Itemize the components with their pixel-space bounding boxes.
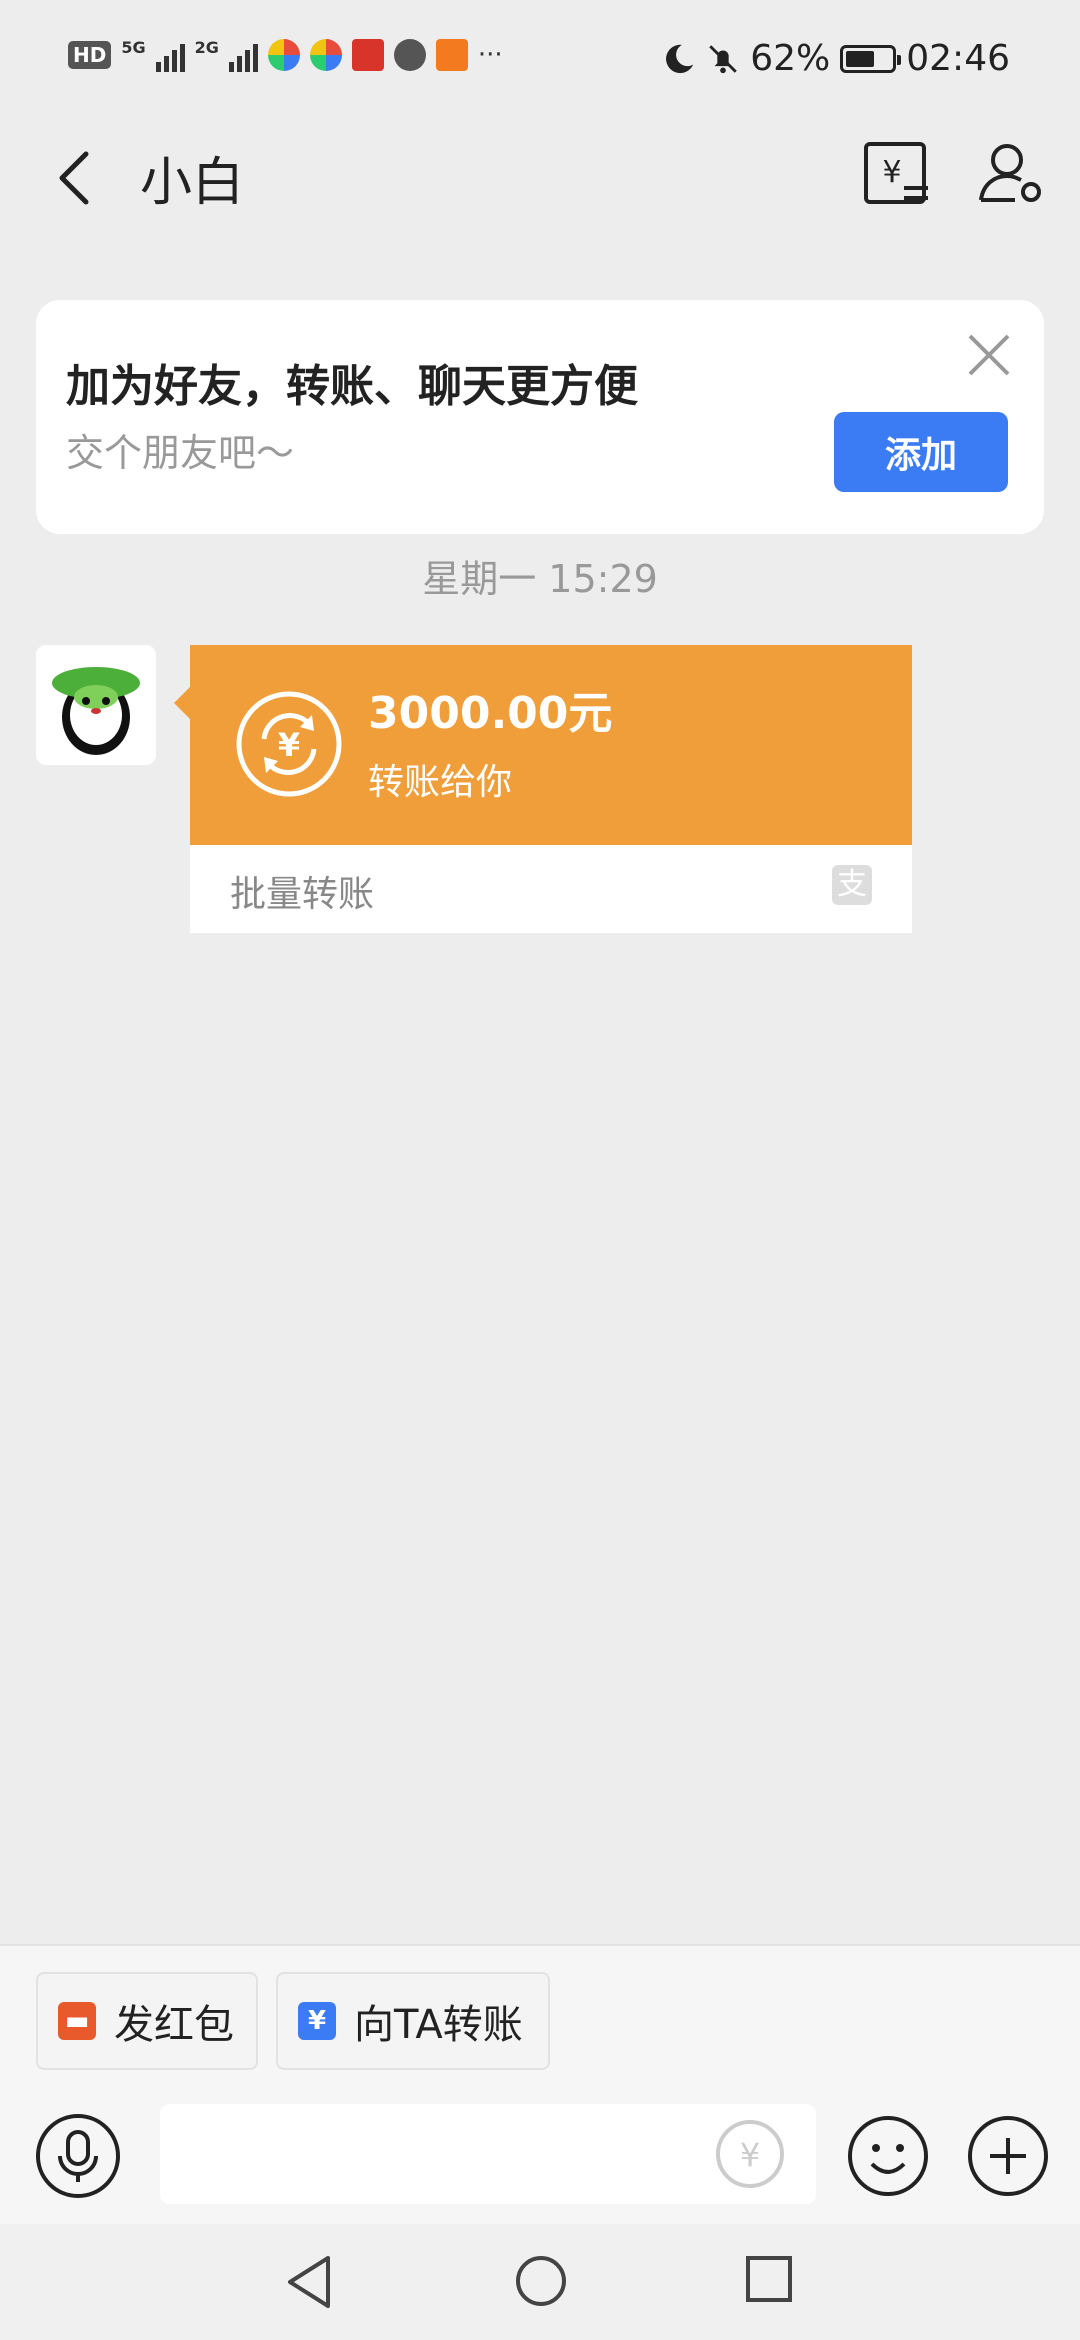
mute-bell-icon: [709, 44, 737, 73]
transfer-subtitle: 转账给你: [368, 762, 513, 803]
svg-text:¥: ¥: [882, 155, 901, 190]
transfer-record-icon[interactable]: ¥: [862, 138, 932, 208]
close-icon[interactable]: [964, 330, 1014, 380]
app-notification-icon: [309, 39, 342, 71]
add-friend-button[interactable]: 添加: [834, 412, 1008, 492]
avatar[interactable]: [36, 645, 156, 765]
app-notification-icon: [267, 39, 300, 71]
app-notification-icon: [435, 39, 468, 71]
transfer-ticket-icon: ¥: [298, 2002, 336, 2040]
voice-input-button[interactable]: [36, 2114, 120, 2198]
system-nav-bar: [0, 2224, 1080, 2340]
nav-back-icon[interactable]: [284, 2254, 334, 2310]
profile-settings-icon[interactable]: [975, 138, 1045, 208]
red-packet-icon: ▬: [58, 2002, 96, 2040]
yen-transfer-icon[interactable]: ¥: [712, 2116, 788, 2192]
back-arrow-icon[interactable]: [50, 148, 100, 208]
svg-text:¥: ¥: [740, 2136, 760, 2174]
moon-icon: [666, 44, 694, 73]
microphone-icon: [58, 2130, 98, 2182]
bubble-tail: [174, 687, 190, 719]
network-type-1: 5G: [121, 38, 146, 57]
red-packet-button[interactable]: ▬ 发红包: [36, 1972, 258, 2070]
alipay-icon: 支: [832, 865, 872, 905]
app-notification-icon: [351, 39, 384, 71]
signal-icon: [155, 38, 185, 72]
transfer-amount: 3000.00元: [368, 688, 613, 739]
network-type-2: 2G: [194, 38, 219, 57]
transfer-card-footer: 批量转账 支: [190, 845, 912, 933]
nav-home-icon[interactable]: [514, 2254, 568, 2308]
status-right: 62% 02:46: [662, 38, 1010, 79]
more-notifications-icon: ···: [477, 40, 503, 70]
transfer-to-ta-button[interactable]: ¥ 向TA转账: [276, 1972, 550, 2070]
svg-text:¥: ¥: [278, 726, 300, 764]
signal-icon-2: [228, 38, 258, 72]
transfer-footer-label: 批量转账: [230, 874, 375, 915]
more-options-plus-icon[interactable]: [966, 2114, 1050, 2198]
red-packet-label: 发红包: [114, 2002, 234, 2048]
emoji-icon[interactable]: [846, 2114, 930, 2198]
panda-avatar-icon: [52, 667, 140, 755]
status-bar: HD 5G 2G ··· 62% 02:46: [0, 0, 1080, 120]
battery-icon: [840, 44, 902, 73]
banner-subtext: 交个朋友吧～: [66, 431, 295, 475]
chat-title: 小白: [140, 153, 245, 213]
chat-header: 小白 ¥: [0, 120, 1080, 235]
transfer-to-ta-label: 向TA转账: [354, 2002, 523, 2048]
transfer-card-top: ¥ 3000.00元 转账给你: [174, 645, 912, 845]
hd-icon: HD: [68, 41, 112, 69]
message-input[interactable]: ¥: [160, 2104, 816, 2204]
battery-percent: 62%: [750, 38, 831, 79]
add-friend-banner: 加为好友，转账、聊天更方便 交个朋友吧～ 添加: [36, 300, 1044, 534]
app-notification-icon: [393, 39, 426, 71]
nav-recents-icon[interactable]: [744, 2254, 794, 2304]
message-timestamp: 星期一 15:29: [422, 557, 658, 601]
transfer-message-card[interactable]: ¥ 3000.00元 转账给你 批量转账 支: [174, 645, 912, 933]
transfer-yen-icon: ¥: [236, 691, 342, 797]
chat-input-area: ▬ 发红包 ¥ 向TA转账 ¥: [0, 1944, 1080, 2226]
status-left: HD 5G 2G ···: [68, 38, 503, 72]
clock: 02:46: [906, 38, 1010, 79]
battery-fill: [846, 50, 874, 67]
banner-heading: 加为好友，转账、聊天更方便: [66, 361, 638, 412]
